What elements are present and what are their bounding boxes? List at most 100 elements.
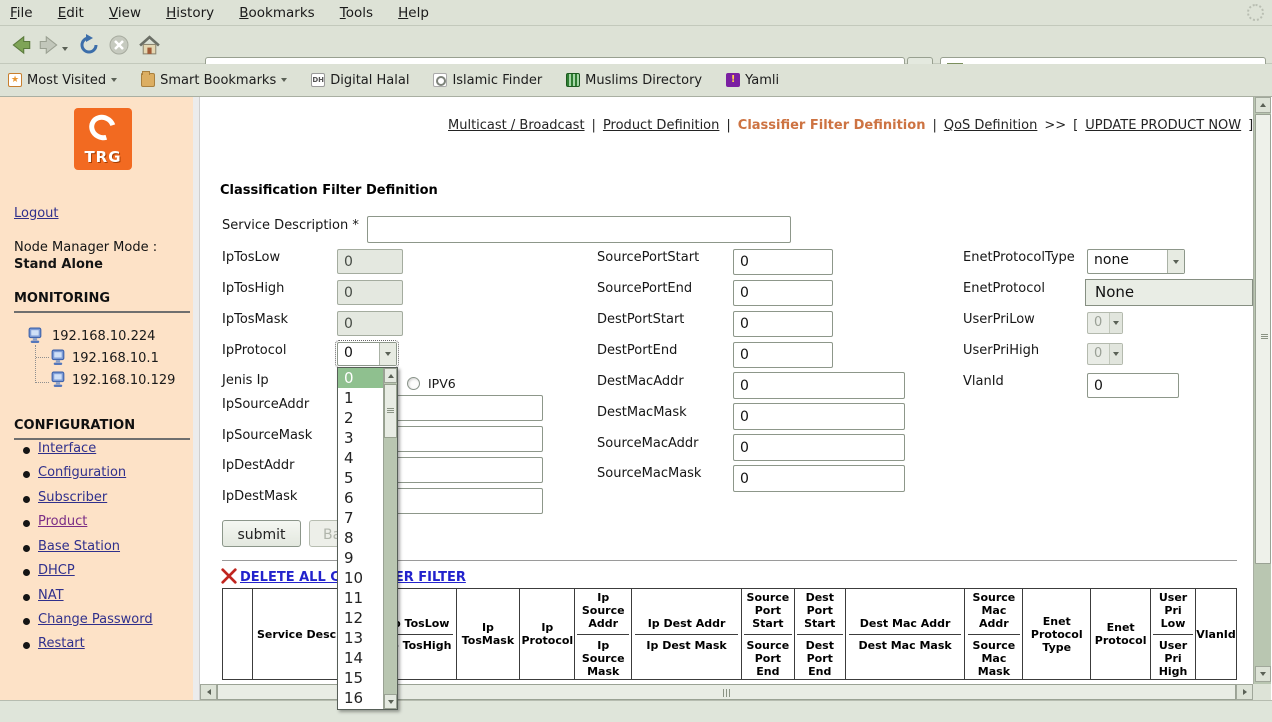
menu-bar: File Edit View History Bookmarks Tools H… bbox=[0, 0, 1272, 26]
nav-multicast-broadcast[interactable]: Multicast / Broadcast bbox=[448, 118, 585, 133]
scroll-up-button[interactable] bbox=[1255, 97, 1271, 113]
home-button[interactable] bbox=[136, 32, 162, 58]
dropdown-option[interactable]: 11 bbox=[338, 588, 383, 608]
dropdown-scroll-down-button[interactable] bbox=[384, 694, 397, 709]
table-col-destmac: Dest Mac AddrDest Mac Mask bbox=[846, 589, 966, 679]
tree-node-child[interactable]: 192.168.10.129 bbox=[72, 373, 175, 388]
dropdown-option[interactable]: 16 bbox=[338, 688, 383, 708]
menu-file[interactable]: File bbox=[0, 0, 43, 25]
submit-button[interactable]: submit bbox=[222, 520, 301, 547]
scroll-right-button[interactable] bbox=[1236, 684, 1253, 700]
dropdown-scrollbar-thumb[interactable] bbox=[384, 384, 397, 438]
history-dropdown-button[interactable] bbox=[58, 36, 72, 62]
computer-icon bbox=[27, 327, 44, 344]
destmacaddr-field[interactable] bbox=[733, 372, 905, 399]
dropdown-option[interactable]: 7 bbox=[338, 508, 383, 528]
bullet-icon bbox=[23, 447, 30, 454]
bookmark-muslims-directory[interactable]: Muslims Directory bbox=[566, 73, 702, 88]
trg-logo: TRG bbox=[74, 108, 132, 170]
service-description-field[interactable] bbox=[367, 216, 791, 243]
chevron-down-icon bbox=[281, 78, 287, 82]
sidebar-item-base-station[interactable]: Base Station bbox=[38, 539, 120, 554]
bookmark-most-visited[interactable]: ★ Most Visited bbox=[8, 73, 117, 88]
enetprotocoltype-label: EnetProtocolType bbox=[963, 250, 1075, 265]
dropdown-option[interactable]: 4 bbox=[338, 448, 383, 468]
dropdown-option[interactable]: 13 bbox=[338, 628, 383, 648]
sidebar-item-configuration[interactable]: Configuration bbox=[38, 465, 126, 480]
bookmark-smart-bookmarks[interactable]: Smart Bookmarks bbox=[141, 73, 287, 88]
ipprotocol-dropdown-list[interactable]: 0 1 2 3 4 5 6 7 8 9 10 11 12 13 14 15 16 bbox=[337, 367, 398, 710]
menu-edit[interactable]: Edit bbox=[48, 0, 94, 25]
reload-button[interactable] bbox=[76, 32, 102, 58]
destmacmask-field[interactable] bbox=[733, 403, 905, 430]
nav-product-definition[interactable]: Product Definition bbox=[603, 118, 719, 133]
sidebar-item-subscriber[interactable]: Subscriber bbox=[38, 490, 107, 505]
sidebar-item-restart[interactable]: Restart bbox=[38, 636, 85, 651]
bookmark-label: Islamic Finder bbox=[452, 73, 542, 88]
ipprotocol-select[interactable]: 0 bbox=[337, 342, 397, 366]
ipv6-radio[interactable] bbox=[407, 377, 420, 390]
sourcemacaddr-field[interactable] bbox=[733, 434, 905, 461]
sourcemacmask-field[interactable] bbox=[733, 465, 905, 492]
dropdown-option[interactable]: 5 bbox=[338, 468, 383, 488]
dropdown-option[interactable]: 3 bbox=[338, 428, 383, 448]
computer-icon bbox=[50, 349, 67, 366]
enetprotocol-select[interactable]: None bbox=[1085, 279, 1253, 306]
menu-tools[interactable]: Tools bbox=[330, 0, 383, 25]
menu-help[interactable]: Help bbox=[388, 0, 439, 25]
ipprotocol-dropdown-button[interactable] bbox=[379, 343, 396, 365]
bullet-icon bbox=[23, 545, 30, 552]
sourceportend-label: SourcePortEnd bbox=[597, 281, 692, 296]
logout-link[interactable]: Logout bbox=[14, 206, 59, 221]
bookmark-islamic-finder[interactable]: Islamic Finder bbox=[433, 73, 542, 88]
enetprotocoltype-select[interactable]: none bbox=[1087, 249, 1185, 274]
vlanid-field[interactable] bbox=[1087, 373, 1179, 398]
dropdown-option[interactable]: 14 bbox=[338, 648, 383, 668]
bookmark-yamli[interactable]: ! Yamli bbox=[726, 73, 779, 88]
destportend-field[interactable] bbox=[733, 342, 833, 368]
dropdown-scrollbar[interactable] bbox=[383, 368, 397, 709]
table-col-enetprotocol: Enet Protocol bbox=[1091, 589, 1151, 679]
menu-view[interactable]: View bbox=[99, 0, 151, 25]
delete-x-icon[interactable] bbox=[221, 568, 237, 584]
menu-bookmarks[interactable]: Bookmarks bbox=[229, 0, 324, 25]
tree-node-child[interactable]: 192.168.10.1 bbox=[72, 351, 159, 366]
sourceportend-field[interactable] bbox=[733, 280, 833, 306]
dropdown-options[interactable]: 0 1 2 3 4 5 6 7 8 9 10 11 12 13 14 15 16 bbox=[338, 368, 383, 709]
dropdown-option[interactable]: 12 bbox=[338, 608, 383, 628]
userprilow-select: 0 bbox=[1087, 312, 1123, 334]
dropdown-option[interactable]: 1 bbox=[338, 388, 383, 408]
sidebar-item-interface[interactable]: Interface bbox=[38, 441, 96, 456]
vertical-scrollbar[interactable] bbox=[1253, 97, 1271, 684]
nav-update-product-now[interactable]: UPDATE PRODUCT NOW bbox=[1085, 118, 1241, 133]
enetprotocoltype-dropdown-button[interactable] bbox=[1167, 250, 1184, 273]
dropdown-option[interactable]: 2 bbox=[338, 408, 383, 428]
dropdown-option[interactable]: 6 bbox=[338, 488, 383, 508]
menu-history[interactable]: History bbox=[156, 0, 224, 25]
sidebar-item-nat[interactable]: NAT bbox=[38, 588, 64, 603]
userprihigh-dropdown-button bbox=[1109, 344, 1122, 364]
dropdown-option[interactable]: 10 bbox=[338, 568, 383, 588]
tree-node-root[interactable]: 192.168.10.224 bbox=[52, 329, 155, 344]
sidebar-item-change-password[interactable]: Change Password bbox=[38, 612, 153, 627]
destmacmask-label: DestMacMask bbox=[597, 405, 687, 420]
sidebar-item-product[interactable]: Product bbox=[38, 514, 87, 529]
nav-qos-definition[interactable]: QoS Definition bbox=[944, 118, 1038, 133]
back-arrow-icon bbox=[9, 33, 33, 57]
sourceportstart-field[interactable] bbox=[733, 249, 833, 275]
dropdown-option-selected[interactable]: 0 bbox=[338, 368, 383, 388]
dropdown-option[interactable]: 9 bbox=[338, 548, 383, 568]
dropdown-option[interactable]: 8 bbox=[338, 528, 383, 548]
back-nav-button[interactable] bbox=[8, 32, 34, 58]
scroll-left-button[interactable] bbox=[200, 684, 217, 700]
iptosmask-label: IpTosMask bbox=[222, 312, 288, 327]
dropdown-scroll-up-button[interactable] bbox=[384, 368, 397, 383]
vertical-scrollbar-thumb[interactable] bbox=[1255, 114, 1271, 564]
stop-icon bbox=[108, 34, 130, 56]
sidebar-item-dhcp[interactable]: DHCP bbox=[38, 563, 75, 578]
bookmark-digital-halal[interactable]: DH Digital Halal bbox=[311, 73, 409, 88]
destportstart-field[interactable] bbox=[733, 311, 833, 337]
iptoshigh-label: IpTosHigh bbox=[222, 281, 284, 296]
dropdown-option[interactable]: 15 bbox=[338, 668, 383, 688]
scroll-down-button[interactable] bbox=[1255, 666, 1271, 682]
